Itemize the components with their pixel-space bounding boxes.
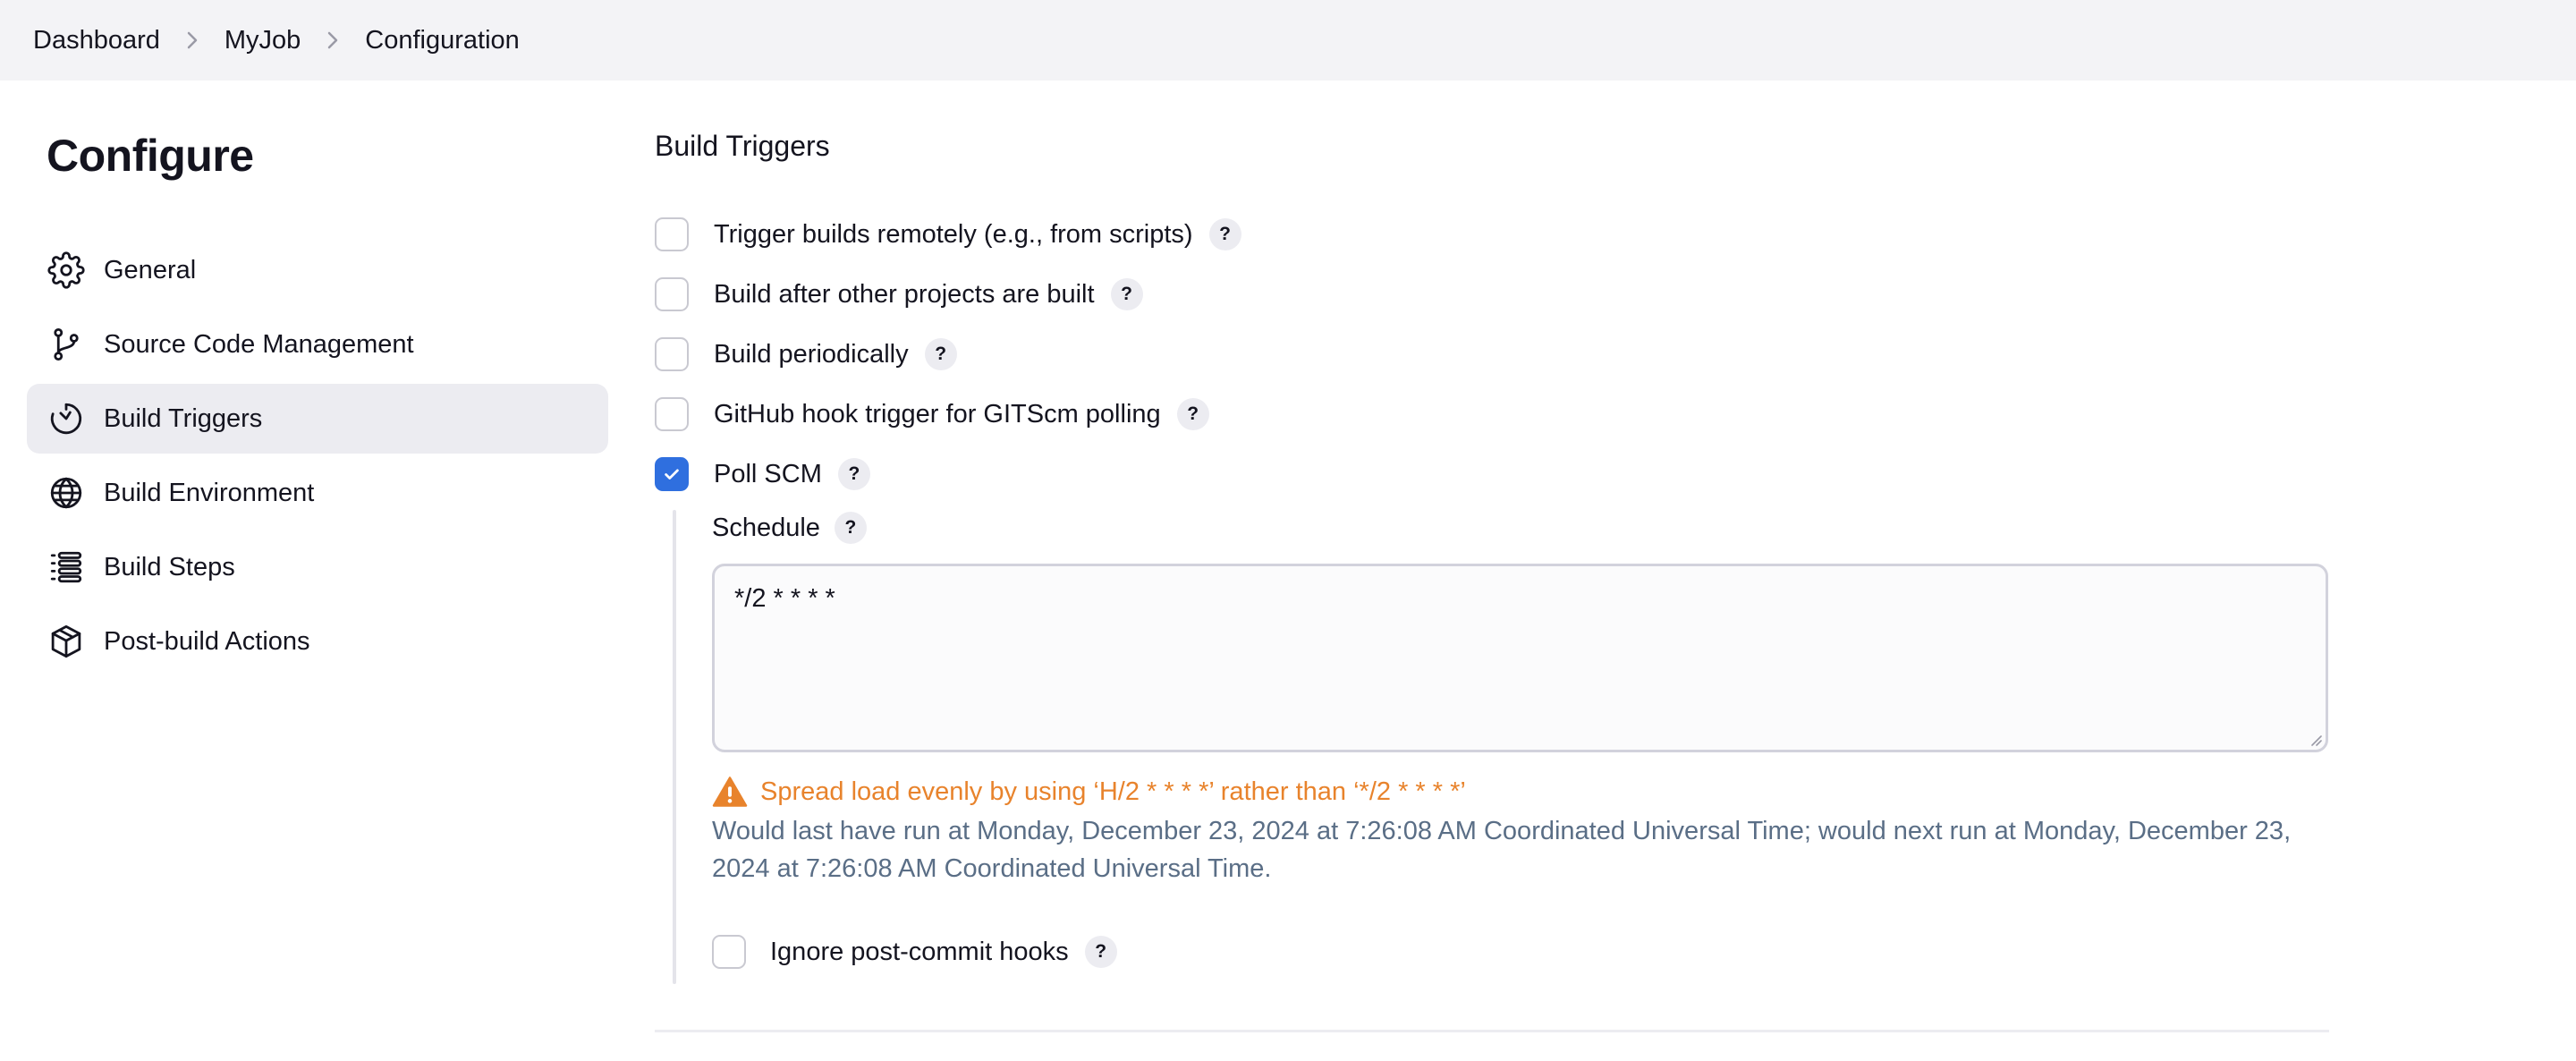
resize-handle-icon[interactable] [2306,730,2322,746]
schedule-label-row: Schedule ? [712,512,867,544]
sidebar-item-general[interactable]: General [27,235,608,305]
list-icon [47,547,86,587]
checkbox-poll-scm[interactable] [655,457,689,491]
option-label[interactable]: Build periodically [714,340,909,369]
package-icon [47,622,86,661]
sidebar-item-build-steps[interactable]: Build Steps [27,532,608,602]
sidebar-item-post-build-actions[interactable]: Post-build Actions [27,607,608,676]
help-icon[interactable]: ? [834,512,867,544]
warning-text: Spread load evenly by using ‘H/2 * * * *… [760,777,1466,806]
help-icon[interactable]: ? [837,458,870,490]
checkbox-build-after-other-projects[interactable] [655,277,689,311]
timer-icon [47,399,86,438]
checkbox-github-hook-trigger[interactable] [655,397,689,431]
sidebar-item-label: Build Steps [104,552,235,581]
globe-icon [47,473,86,513]
checkbox-build-periodically[interactable] [655,337,689,371]
sidebar-item-label: Post-build Actions [104,626,310,656]
breadcrumb-bar: Dashboard MyJob Configuration [0,0,2576,81]
breadcrumb: Dashboard MyJob Configuration [33,22,520,58]
sidebar-item-source-code-management[interactable]: Source Code Management [27,310,608,379]
checkmark-icon [665,469,679,480]
checkbox-trigger-remotely[interactable] [655,217,689,251]
sidebar-item-label: Build Triggers [104,403,263,433]
sidebar-item-build-triggers[interactable]: Build Triggers [27,384,608,454]
option-ignore-post-commit-hooks: Ignore post-commit hooks ? [712,935,1117,969]
schedule-info-text: Would last have run at Monday, December … [712,817,2292,883]
option-build-periodically: Build periodically ? [655,337,957,371]
chevron-right-icon [301,22,365,58]
option-label[interactable]: Poll SCM [714,460,822,489]
sidebar-item-label: Source Code Management [104,329,414,359]
help-icon[interactable]: ? [1084,936,1117,968]
option-label[interactable]: Build after other projects are built [714,280,1095,310]
option-build-after-other-projects: Build after other projects are built ? [655,277,1143,311]
schedule-label: Schedule [712,513,820,542]
section-divider [655,1030,2329,1032]
option-poll-scm: Poll SCM ? [655,457,870,491]
gear-icon [47,250,86,290]
option-label[interactable]: Ignore post-commit hooks [770,938,1069,967]
help-icon[interactable]: ? [1176,398,1209,430]
breadcrumb-configuration[interactable]: Configuration [365,26,520,55]
schedule-textarea[interactable]: */2 * * * * [712,564,2328,752]
chevron-right-icon [160,22,225,58]
option-github-hook-trigger: GitHub hook trigger for GITScm polling ? [655,397,1209,431]
section-title-build-triggers: Build Triggers [655,130,830,162]
option-trigger-remotely: Trigger builds remotely (e.g., from scri… [655,217,1241,251]
nested-section-indicator [673,510,676,984]
warning-icon [712,777,748,807]
option-label[interactable]: GitHub hook trigger for GITScm polling [714,400,1161,429]
sidebar-item-label: General [104,255,197,284]
help-icon[interactable]: ? [1110,278,1143,310]
sidebar-item-build-environment[interactable]: Build Environment [27,458,608,528]
schedule-value: */2 * * * * [734,584,835,613]
sidebar-nav: General Source Code Management Build Tri… [27,235,608,681]
page-title: Configure [47,131,254,181]
git-branch-icon [47,325,86,364]
help-icon[interactable]: ? [924,338,957,370]
breadcrumb-myjob[interactable]: MyJob [225,26,301,55]
checkbox-ignore-post-commit-hooks[interactable] [712,935,746,969]
warning-message: Spread load evenly by using ‘H/2 * * * *… [712,776,1466,808]
sidebar-item-label: Build Environment [104,478,315,507]
breadcrumb-dashboard[interactable]: Dashboard [33,26,160,55]
help-icon[interactable]: ? [1208,218,1241,250]
option-label[interactable]: Trigger builds remotely (e.g., from scri… [714,220,1193,250]
